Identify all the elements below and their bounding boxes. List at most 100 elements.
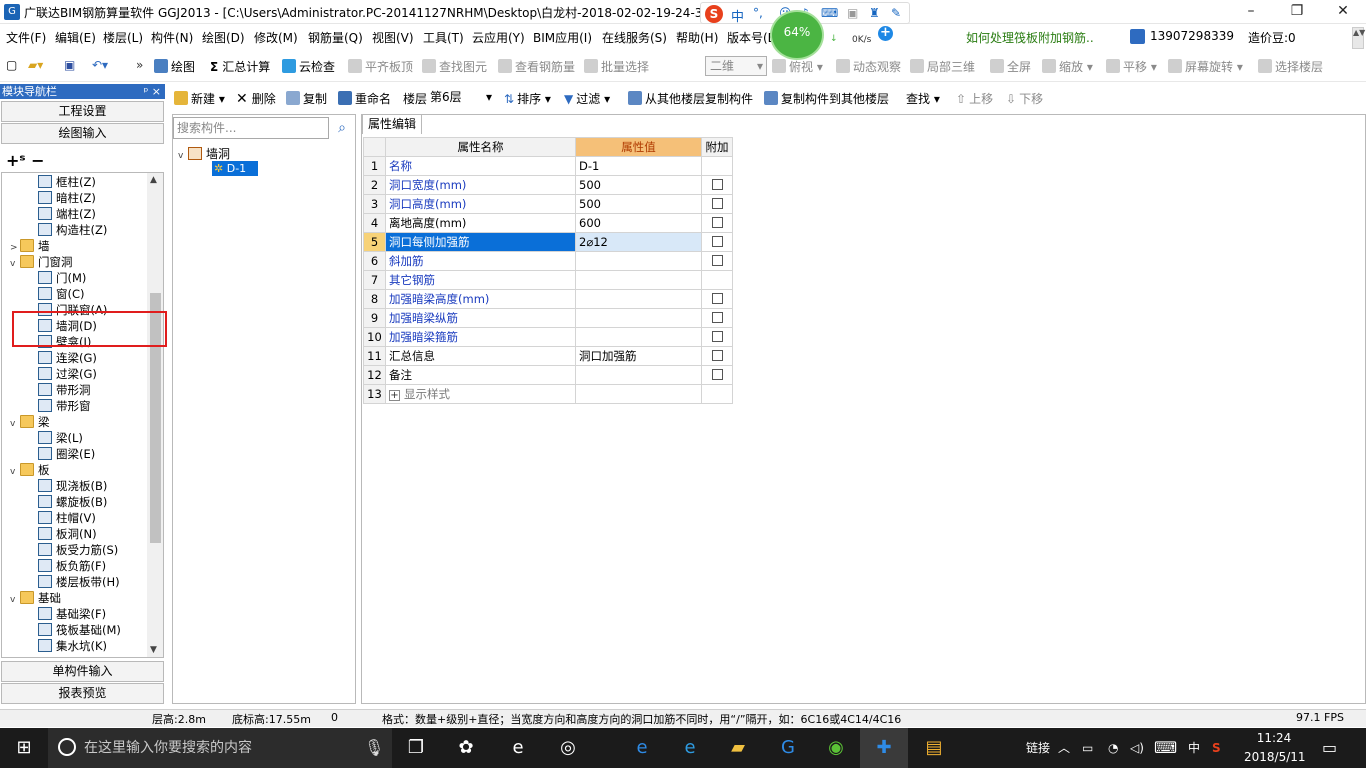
property-name[interactable]: 加强暗梁纵筋 <box>385 308 576 328</box>
skin-icon[interactable]: ♜ <box>869 6 883 20</box>
tree-item[interactable]: 带形窗 <box>32 398 91 414</box>
scroll-down-icon[interactable]: ▼ <box>150 645 157 655</box>
notes-app-icon[interactable]: ▤ <box>910 728 958 768</box>
tree-item[interactable]: 梁(L) <box>32 430 83 446</box>
menu-help[interactable]: 帮助(H) <box>676 29 718 46</box>
phone-number[interactable]: 13907298339 <box>1150 29 1234 43</box>
extra-checkbox[interactable] <box>711 350 723 361</box>
tab-property-edit[interactable]: 属性编辑 <box>362 114 422 134</box>
property-extra[interactable] <box>701 270 733 290</box>
property-value[interactable] <box>575 289 702 309</box>
property-extra[interactable] <box>701 232 733 252</box>
row-number[interactable]: 4 <box>363 213 386 233</box>
property-name[interactable]: 加强暗梁高度(mm) <box>385 289 576 309</box>
property-row[interactable]: 4 离地高度(mm) 600 <box>363 213 733 233</box>
report-preview-button[interactable]: 报表预览 <box>1 683 164 704</box>
tree-item[interactable]: 筏板基础(M) <box>32 622 121 638</box>
property-value[interactable] <box>575 308 702 328</box>
pin-close-icon[interactable]: ᵖ × <box>144 84 161 99</box>
local-3d-button[interactable]: 局部三维 <box>910 58 975 75</box>
property-name[interactable]: 洞口高度(mm) <box>385 194 576 214</box>
chevron-down-icon[interactable]: v <box>10 464 20 480</box>
link-label[interactable]: 链接 <box>1026 728 1050 768</box>
property-name[interactable]: 名称 <box>385 156 576 176</box>
chevron-down-icon[interactable]: v <box>10 416 20 432</box>
save-icon[interactable]: ▣ <box>64 58 75 72</box>
speed-gauge[interactable]: 64% <box>772 12 822 58</box>
tree-item[interactable]: 板受力筋(S) <box>32 542 118 558</box>
expand-icon[interactable]: + <box>389 390 400 401</box>
extra-checkbox[interactable] <box>711 331 723 342</box>
property-row[interactable]: 11 汇总信息 洞口加强筋 <box>363 346 733 366</box>
row-number[interactable]: 3 <box>363 194 386 214</box>
property-extra[interactable] <box>701 194 733 214</box>
undo-icon[interactable]: ↶▾ <box>92 58 108 72</box>
single-input-button[interactable]: 单构件输入 <box>1 661 164 682</box>
maximize-button[interactable]: ❐ <box>1274 0 1320 24</box>
property-name[interactable]: 汇总信息 <box>385 346 576 366</box>
tree-item[interactable]: 构造柱(Z) <box>32 222 107 238</box>
row-number[interactable]: 8 <box>363 289 386 309</box>
rename-button[interactable]: 重命名 <box>338 90 391 107</box>
move-up-button[interactable]: ⇧ 上移 <box>956 90 993 107</box>
expand-all-icon[interactable]: +ˢ − <box>6 151 44 170</box>
menu-modify[interactable]: 修改(M) <box>254 29 298 46</box>
menu-online[interactable]: 在线服务(S) <box>602 29 667 46</box>
property-value[interactable]: 2⌀12 <box>575 232 702 252</box>
rotate-button[interactable]: 屏幕旋转 ▾ <box>1168 58 1243 75</box>
draw-button[interactable]: 绘图 <box>154 58 195 75</box>
property-row[interactable]: 12 备注 <box>363 365 733 385</box>
menu-bim[interactable]: BIM应用(I) <box>533 29 592 46</box>
tree-item[interactable]: 现浇板(B) <box>32 478 107 494</box>
property-extra[interactable] <box>701 365 733 385</box>
property-value[interactable] <box>575 270 702 290</box>
property-value[interactable] <box>575 384 702 404</box>
row-number[interactable]: 2 <box>363 175 386 195</box>
filter-button[interactable]: ▼ 过滤 ▾ <box>564 90 610 107</box>
lang-indicator[interactable]: 中 <box>1188 728 1200 768</box>
close-button[interactable]: ✕ <box>1320 0 1366 24</box>
keyboard-tray-icon[interactable]: ⌨ <box>1154 728 1177 768</box>
property-value[interactable]: 500 <box>575 175 702 195</box>
promo-link[interactable]: 如何处理筏板附加钢筋.. <box>966 29 1094 46</box>
move-down-button[interactable]: ⇩ 下移 <box>1006 90 1043 107</box>
scroll-up-icon[interactable]: ▲ <box>150 175 157 185</box>
new-file-icon[interactable]: ▢ <box>6 58 17 72</box>
extra-checkbox[interactable] <box>711 369 723 380</box>
copy-from-floor-button[interactable]: 从其他楼层复制构件 <box>628 90 753 107</box>
tree-item[interactable]: 框柱(Z) <box>32 174 96 190</box>
edge-legacy-icon[interactable]: e <box>494 728 542 768</box>
notification-app-icon[interactable]: ◎ <box>544 728 592 768</box>
battery-icon[interactable]: ▭ <box>1082 728 1093 768</box>
row-number[interactable]: 6 <box>363 251 386 271</box>
property-extra[interactable] <box>701 213 733 233</box>
property-row[interactable]: 3 洞口高度(mm) 500 <box>363 194 733 214</box>
sum-button[interactable]: Σ 汇总计算 <box>210 58 270 75</box>
menu-component[interactable]: 构件(N) <box>151 29 193 46</box>
ie-icon[interactable]: e <box>666 728 714 768</box>
tray-chevron-icon[interactable]: ︿ <box>1058 728 1070 768</box>
property-extra[interactable] <box>701 156 733 176</box>
keyboard-icon[interactable]: ⌨ <box>821 6 838 20</box>
volume-icon[interactable]: ◁) <box>1130 728 1144 768</box>
clock-date[interactable]: 2018/5/11 <box>1244 750 1306 764</box>
tree-item[interactable]: 端柱(Z) <box>32 206 96 222</box>
tree-item[interactable]: 集水坑(K) <box>32 638 107 654</box>
extra-checkbox[interactable] <box>711 312 723 323</box>
toolbox-icon[interactable]: ▣ <box>847 6 861 20</box>
property-value[interactable]: D-1 <box>575 156 702 176</box>
property-name[interactable]: + 显示样式 <box>385 384 576 404</box>
add-circle-icon[interactable]: + <box>878 26 893 41</box>
overflow-icon[interactable]: » <box>136 58 143 72</box>
pan-button[interactable]: 平移 ▾ <box>1106 58 1157 75</box>
tree-item[interactable]: 板负筋(F) <box>32 558 106 574</box>
view-mode-select[interactable]: 二维 ▾ <box>705 56 767 76</box>
select-floor-button[interactable]: 选择楼层 <box>1258 58 1323 75</box>
property-row[interactable]: 13 + 显示样式 <box>363 384 733 404</box>
property-extra[interactable] <box>701 346 733 366</box>
property-value[interactable] <box>575 251 702 271</box>
glodon-app-icon[interactable]: G <box>764 728 812 768</box>
wrench-icon[interactable]: ✎ <box>891 6 905 20</box>
tree-folder[interactable]: v板 <box>10 462 50 478</box>
clock-time[interactable]: 11:24 <box>1248 731 1300 745</box>
